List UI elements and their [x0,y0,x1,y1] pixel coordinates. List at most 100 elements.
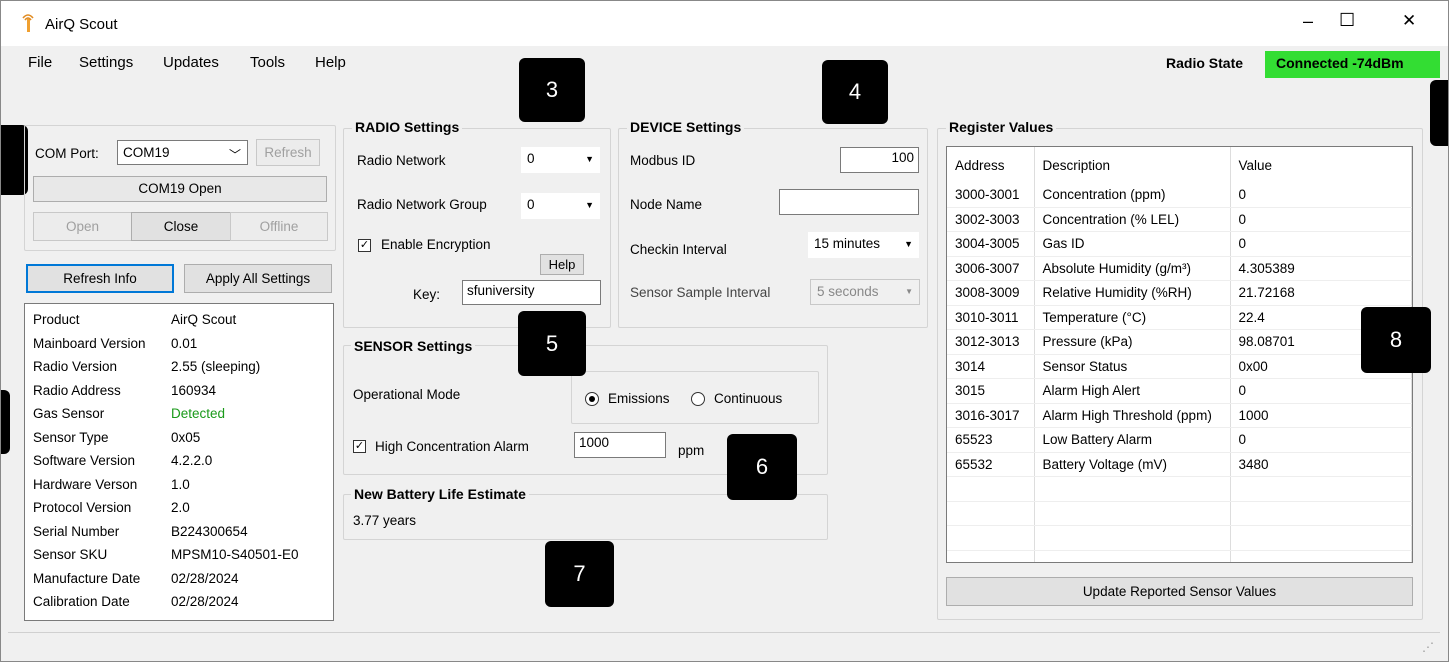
high-alarm-input[interactable]: 1000 [574,432,666,458]
info-key: Sensor Type [33,429,109,445]
register-column-header[interactable]: Description [1034,147,1231,183]
register-row[interactable]: 3014 Sensor Status 0x00 [947,354,1412,379]
continuous-radio[interactable] [691,392,705,406]
register-row[interactable]: 3015 Alarm High Alert 0 [947,378,1412,404]
info-value: 4.2.2.0 [171,453,213,469]
register-row[interactable]: 3000-3001 Concentration (ppm) 0 [947,183,1412,208]
callout-6: 6 [727,434,797,500]
register-row[interactable]: 65523 Low Battery Alarm 0 [947,427,1412,453]
radio-network-select[interactable]: 0 ▼ [521,147,600,173]
register-cell: 0 [1230,427,1412,453]
info-key: Gas Sensor [33,406,105,422]
register-cell: Low Battery Alarm [1034,427,1231,453]
register-cell: 3016-3017 [947,403,1035,428]
menu-settings[interactable]: Settings [79,54,133,71]
encryption-key-input[interactable]: sfuniversity [462,280,601,305]
register-cell: Alarm High Alert [1034,378,1231,404]
radio-settings-title: RADIO Settings [352,119,463,135]
register-cell: 3480 [1230,452,1412,477]
device-info-panel: Product AirQ Scout Mainboard Version 0.01 Ra… [24,303,334,621]
register-empty-cell [1230,476,1412,502]
register-column-header[interactable]: Value [1230,147,1412,183]
register-cell: Pressure (kPa) [1034,329,1231,355]
register-row[interactable]: 3004-3005 Gas ID 0 [947,231,1412,257]
menu-updates[interactable]: Updates [163,54,219,71]
encryption-help-button[interactable]: Help [540,254,584,275]
refresh-info-button[interactable]: Refresh Info [26,264,174,293]
menu-help[interactable]: Help [315,54,346,71]
info-row: Hardware Verson 1.0 [25,473,299,497]
encryption-checkbox[interactable]: ✓ [358,239,371,252]
callout-edge-right [1430,80,1449,146]
maximize-button[interactable]: ☐ [1339,10,1355,31]
callout-3: 3 [519,58,585,122]
close-port-button[interactable]: Close [131,212,231,241]
offline-button[interactable]: Offline [230,212,328,241]
menu-file[interactable]: File [28,54,52,71]
register-cell: Alarm High Threshold (ppm) [1034,403,1231,428]
register-row[interactable]: 3002-3003 Concentration (% LEL) 0 [947,207,1412,232]
open-port-button[interactable]: Open [33,212,132,241]
node-name-input[interactable] [779,189,919,215]
info-value: 160934 [171,382,217,398]
register-empty-cell [947,550,1035,562]
dropdown-arrow-icon: ▼ [585,200,594,210]
info-value: 02/28/2024 [171,594,239,610]
register-row[interactable]: 65532 Battery Voltage (mV) 3480 [947,452,1412,477]
callout-5: 5 [518,311,586,376]
register-row[interactable]: 3012-3013 Pressure (kPa) 98.08701 [947,329,1412,355]
device-settings-title: DEVICE Settings [627,119,745,135]
close-window-button[interactable]: ✕ [1402,11,1416,31]
info-value: 0x05 [171,429,201,445]
checkin-interval-select[interactable]: 15 minutes ▼ [808,232,919,258]
minimize-button[interactable]: – [1303,11,1313,32]
register-cell: 3008-3009 [947,280,1035,306]
emissions-radio[interactable] [585,392,599,406]
info-row: Radio Address 160934 [25,379,299,403]
register-cell: 4.305389 [1230,256,1412,281]
register-empty-cell [1034,476,1231,502]
callout-4: 4 [822,60,888,124]
info-row: Serial Number B224300654 [25,520,299,544]
info-row: Manufacture Date 02/28/2024 [25,567,299,591]
register-row[interactable]: 3006-3007 Absolute Humidity (g/m³) 4.30538… [947,256,1412,281]
modbus-id-label: Modbus ID [630,153,696,168]
callout-7: 7 [545,541,614,607]
apply-all-settings-button[interactable]: Apply All Settings [184,264,332,293]
radio-state-label: Radio State [1166,55,1244,71]
info-row: Calibration Date 02/28/2024 [25,590,299,614]
register-row[interactable]: 3016-3017 Alarm High Threshold (ppm) 1000 [947,403,1412,428]
info-key: Mainboard Version [33,335,146,351]
radio-group-select[interactable]: 0 ▼ [521,193,600,219]
com-port-select[interactable]: COM19 ﹀ [117,140,248,165]
window-title: AirQ Scout [45,16,118,33]
info-row: Radio Version 2.55 (sleeping) [25,355,299,379]
register-column-header[interactable]: Address [947,147,1035,183]
register-empty-cell [1034,550,1231,562]
register-cell: 0 [1230,183,1412,208]
encryption-label: Enable Encryption [381,237,491,252]
radio-network-value: 0 [527,151,535,166]
info-key: Manufacture Date [33,570,141,586]
resize-grip-icon[interactable]: ⋰ [1422,640,1434,654]
high-alarm-label: High Concentration Alarm [375,439,529,454]
refresh-ports-button[interactable]: Refresh [256,139,320,166]
info-value: B224300654 [171,523,248,539]
info-value: 1.0 [171,476,190,492]
register-row[interactable]: 3010-3011 Temperature (°C) 22.4 [947,305,1412,330]
register-empty-row [947,501,1412,526]
high-alarm-unit: ppm [678,443,705,458]
register-header-row: Address Description Value [947,147,1412,183]
node-name-label: Node Name [630,197,703,212]
info-key: Radio Address [33,382,121,398]
encryption-key-value: sfuniversity [467,283,535,298]
info-row: Software Version 4.2.2.0 [25,449,299,473]
update-sensor-values-button[interactable]: Update Reported Sensor Values [946,577,1413,606]
register-row[interactable]: 3008-3009 Relative Humidity (%RH) 21.72168 [947,280,1412,306]
menu-tools[interactable]: Tools [250,54,285,71]
high-alarm-checkbox[interactable]: ✓ [353,440,366,453]
register-cell: Concentration (ppm) [1034,183,1231,208]
sample-interval-label: Sensor Sample Interval [630,285,771,300]
sample-interval-select[interactable]: 5 seconds ▼ [810,279,920,305]
modbus-id-input[interactable]: 100 [840,147,919,173]
